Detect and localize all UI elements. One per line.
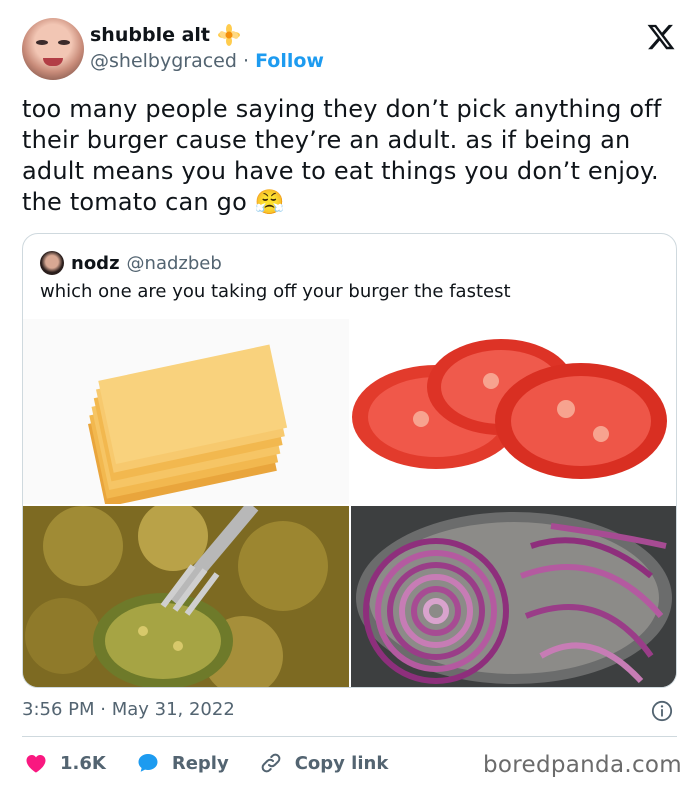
tweet-timestamp[interactable]: 3:56 PM · May 31, 2022 [22, 699, 235, 720]
info-icon[interactable] [651, 700, 673, 722]
author-display-name-row[interactable]: shubble alt [90, 22, 324, 48]
red-onion-image[interactable] [351, 506, 676, 687]
like-count: 1.6K [60, 752, 106, 774]
reply-label: Reply [171, 752, 229, 774]
cheese-slices-image[interactable] [23, 319, 349, 504]
author-names: shubble alt @shelbygraced · Follow [90, 22, 324, 72]
author-avatar[interactable] [22, 18, 84, 80]
reply-bubble-icon [138, 754, 158, 772]
like-button[interactable]: 1.6K [24, 751, 106, 775]
media-grid [23, 319, 676, 687]
quoted-author-name[interactable]: nodz [71, 253, 120, 274]
copy-link-button[interactable]: Copy link [259, 751, 389, 775]
tomato-slices-image[interactable] [351, 319, 676, 504]
follow-button[interactable]: Follow [255, 50, 324, 72]
author-handle[interactable]: @shelbygraced [90, 50, 237, 72]
author-display-name[interactable]: shubble alt [90, 24, 210, 46]
tweet-header: shubble alt @shelbygraced · Follow [22, 18, 682, 80]
flower-icon [218, 24, 240, 46]
quoted-author-avatar[interactable] [40, 251, 64, 275]
quoted-tweet-text: which one are you taking off your burger… [40, 281, 511, 302]
quoted-tweet[interactable]: nodz @nadzbeb which one are you taking o… [22, 233, 677, 688]
tweet-actions: 1.6K Reply Copy link [24, 748, 418, 778]
heart-icon [26, 755, 46, 773]
boredpanda-watermark: boredpanda.com [483, 752, 682, 778]
quoted-author-handle[interactable]: @nadzbeb [127, 253, 222, 274]
copy-link-label: Copy link [294, 752, 389, 774]
tweet-text: too many people saying they don’t pick a… [22, 95, 662, 216]
handle-separator: · [242, 50, 250, 72]
reply-button[interactable]: Reply [136, 751, 229, 775]
author-handle-line: @shelbygraced · Follow [90, 50, 324, 72]
pickles-image[interactable] [23, 506, 349, 687]
x-logo-icon[interactable] [646, 22, 676, 52]
link-icon [261, 753, 281, 773]
quoted-tweet-header: nodz @nadzbeb [40, 251, 222, 275]
actions-divider [22, 736, 677, 737]
